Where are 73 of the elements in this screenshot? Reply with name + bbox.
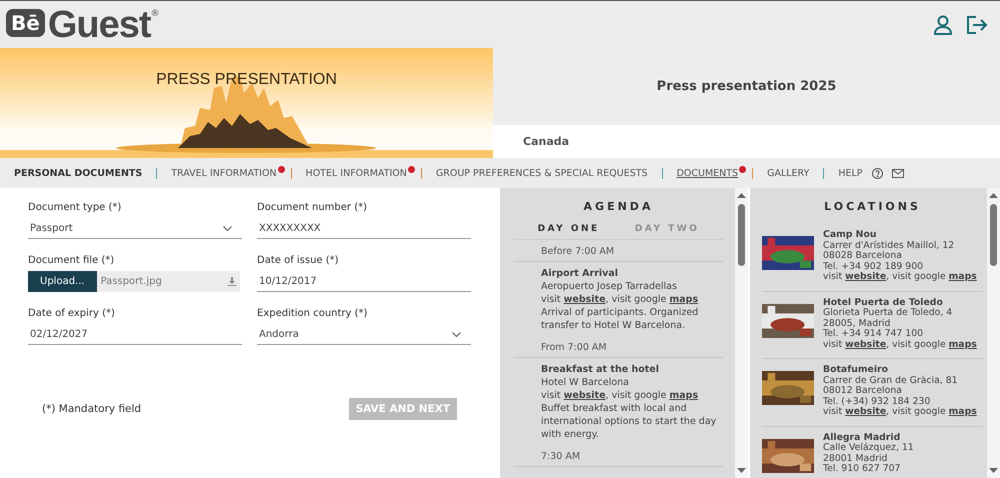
link[interactable]: website [564,390,606,401]
day-tab[interactable]: DAY ONE [538,224,600,234]
nav-tab[interactable]: PERSONAL DOCUMENTS [14,168,142,178]
nav-tab[interactable]: GROUP PREFERENCES & SPECIAL REQUESTS [436,168,648,178]
link[interactable]: website [845,338,886,350]
link[interactable]: website [564,294,606,305]
nav-tab[interactable]: GALLERY [767,168,810,178]
link-line: visit website, visit google maps [823,407,977,418]
address-text: 28005, Madrid [823,318,892,329]
location-name: Camp Nou [823,230,878,240]
nav-tab[interactable]: TRAVEL INFORMATION [171,168,277,178]
phone-text: Tel. (+34) 932 184 230 [823,396,932,407]
section-title: AGENDA [582,200,654,213]
event-title: Press presentation 2025 [493,48,1000,125]
chevron-down-icon [452,332,461,336]
link[interactable]: website [845,406,886,417]
link[interactable]: maps [669,294,698,305]
section-title: LOCATIONS [823,200,922,213]
time-label: 7:30 AM [514,445,723,467]
phone-text: Tel. 910 627 707 [823,464,902,474]
chevron-down-icon [223,226,232,230]
link[interactable]: maps [669,390,698,401]
event-description: Buffet breakfast with local and international options to start the day with energy. [541,402,718,441]
link-line: visit website, visit google maps [541,293,700,306]
link[interactable]: maps [948,271,977,282]
link[interactable]: maps [948,338,977,350]
registered-mark: ® [150,8,160,18]
location-name: Hotel Puerta de Toledo [823,298,944,308]
nav-tab[interactable]: DOCUMENTS [676,168,738,178]
phone-text: Tel. +34 914 747 100 [823,329,924,340]
link-line: visit website, visit google maps [823,272,977,282]
address-text: Glorieta Puerta de Toledo, 4 [823,308,954,318]
link[interactable]: maps [948,406,977,417]
address-text: 28001 Madrid [823,454,888,464]
scrollbar[interactable] [987,188,1000,478]
link[interactable]: website [845,271,886,282]
address-text: Carrer de Gran de Gràcia, 81 [823,376,959,386]
scrollbar[interactable] [735,188,748,478]
venue-name: Aeropuerto Josep Tarradellas [541,280,678,293]
field-label: Date of expiry (*) [28,308,116,319]
time-label: Before 7:00 AM [514,240,723,262]
address-text: Carrer d'Arístides Maillol, 12 [823,240,956,251]
logo-mark: Bē [6,8,45,36]
field-label: Document file (*) [28,255,116,266]
help-icon[interactable] [872,168,883,178]
field-label: Document type (*) [28,202,122,213]
field-label: Expedition country (*) [257,308,368,319]
logout-icon[interactable] [966,14,988,34]
upload-button[interactable]: Upload... [28,271,97,292]
event-name: Breakfast at the hotel [541,363,660,376]
banner-title: PRESS PRESENTATION [155,71,338,89]
field-label: Document number (*) [257,202,368,213]
field-label: Date of issue (*) [257,255,340,266]
mandatory-note: (*) Mandatory field [42,403,142,415]
event-name: Airport Arrival [541,267,619,280]
file-name: Passport.jpg [100,276,162,287]
user-icon[interactable] [934,14,952,34]
nav-tab[interactable]: HOTEL INFORMATION [306,168,407,178]
link-line: visit website, visit google maps [541,389,700,402]
download-icon[interactable] [228,277,236,286]
event-description: Arrival of participants. Organized transfer to Hotel W Barcelona. [541,306,700,332]
logo-text: Guest [48,4,151,44]
location-name: Allegra Madrid [823,432,902,442]
address-text: Calle Velázquez, 11 [823,443,914,454]
time-label: From 7:00 AM [514,336,723,358]
address-text: 08028 Barcelona [823,251,903,262]
address-text: 08012 Barcelona [823,386,903,396]
link-line: visit website, visit google maps [823,340,977,350]
mail-icon[interactable] [892,168,904,178]
nav-tab[interactable]: HELP [838,168,863,178]
phone-text: Tel. +34 902 189 900 [823,262,924,272]
location-name: Botafumeiro [823,365,890,376]
venue-name: Hotel W Barcelona [541,376,630,389]
